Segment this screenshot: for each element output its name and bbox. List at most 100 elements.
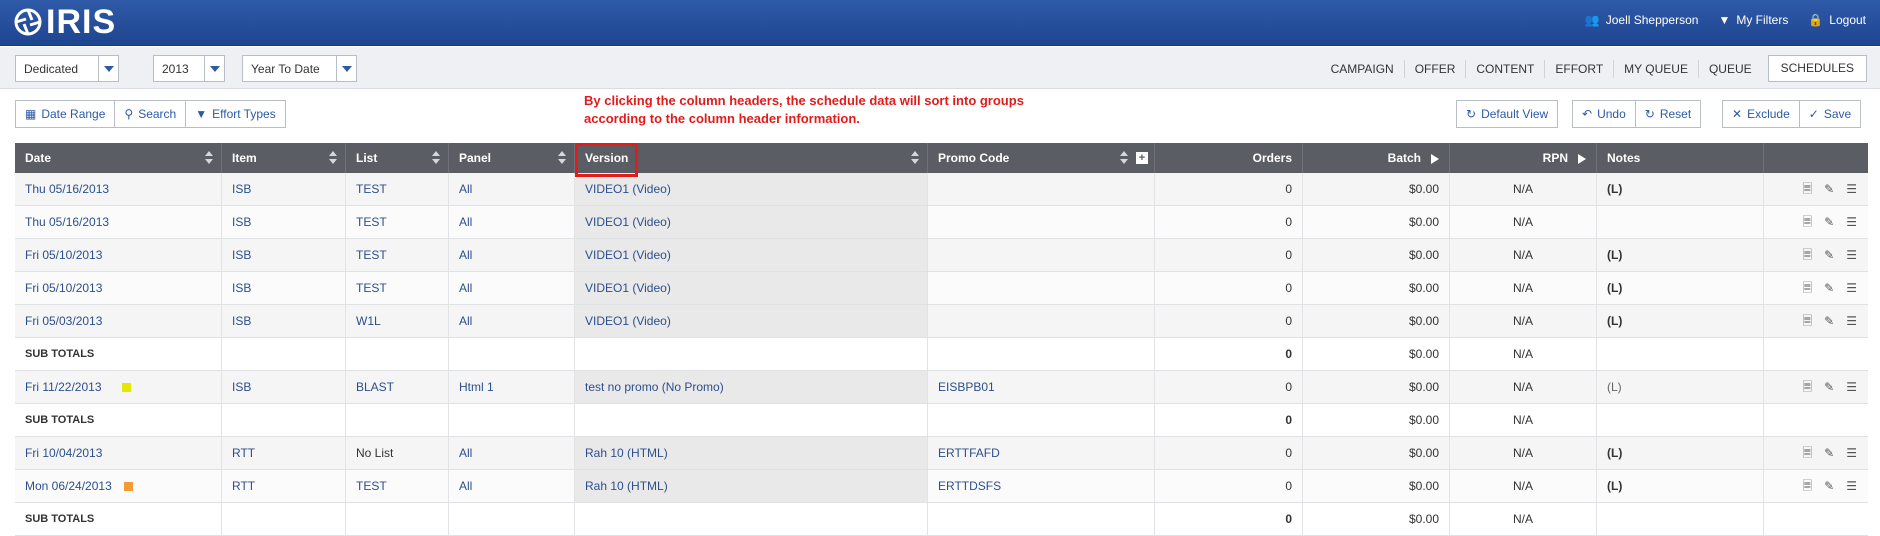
cell-item[interactable]: ISB <box>222 239 346 271</box>
search-button[interactable]: ⚲ Search <box>114 100 187 128</box>
cell-list[interactable]: TEST <box>346 239 449 271</box>
cell-notes[interactable]: (L) <box>1597 371 1764 403</box>
cell-version[interactable]: VIDEO1 (Video) <box>575 173 928 205</box>
col-batch[interactable]: Batch <box>1303 143 1450 173</box>
cell-promo[interactable]: ERTTFAFD <box>928 437 1155 469</box>
copy-icon[interactable]: 🗏 <box>1803 206 1813 238</box>
cell-list[interactable]: W1L <box>346 305 449 337</box>
list-icon[interactable]: ☰ <box>1846 371 1857 403</box>
effort-types-button[interactable]: ▼ Effort Types <box>185 100 286 128</box>
col-version[interactable]: Version <box>574 143 928 177</box>
cell-promo[interactable] <box>928 173 1155 205</box>
cell-list[interactable]: TEST <box>346 272 449 304</box>
copy-icon[interactable]: 🗏 <box>1803 371 1813 403</box>
col-notes[interactable]: Notes <box>1597 143 1764 173</box>
cell-panel[interactable]: All <box>449 305 575 337</box>
list-icon[interactable]: ☰ <box>1846 173 1857 205</box>
cell-panel[interactable]: All <box>449 206 575 238</box>
copy-icon[interactable]: 🗏 <box>1803 437 1813 469</box>
edit-icon[interactable]: ✎ <box>1824 173 1834 205</box>
cell-date[interactable]: Mon 06/24/2013 <box>15 470 222 502</box>
list-icon[interactable]: ☰ <box>1846 239 1857 271</box>
nav-campaign[interactable]: CAMPAIGN <box>1321 60 1404 78</box>
cell-version[interactable]: VIDEO1 (Video) <box>575 272 928 304</box>
cell-notes[interactable]: (L) <box>1597 305 1764 337</box>
col-item[interactable]: Item <box>222 143 346 173</box>
logout-link[interactable]: 🔒 Logout <box>1808 13 1866 27</box>
table-row[interactable]: Fri 10/04/2013 RTT No List All Rah 10 (H… <box>15 437 1868 470</box>
cell-item[interactable]: RTT <box>222 470 346 502</box>
cell-date[interactable]: Thu 05/16/2013 <box>15 173 222 205</box>
edit-icon[interactable]: ✎ <box>1824 437 1834 469</box>
col-rpn[interactable]: RPN <box>1450 143 1597 173</box>
list-icon[interactable]: ☰ <box>1846 437 1857 469</box>
nav-queue[interactable]: QUEUE <box>1697 59 1762 78</box>
col-promo-code[interactable]: Promo Code + <box>928 143 1155 173</box>
col-list[interactable]: List <box>346 143 449 173</box>
user-profile-link[interactable]: 👥 Joell Shepperson <box>1585 13 1699 27</box>
cell-version[interactable]: Rah 10 (HTML) <box>575 437 928 469</box>
cell-panel[interactable]: Html 1 <box>449 371 575 403</box>
date-range-button[interactable]: ▦ Date Range <box>15 100 116 128</box>
cell-version[interactable]: Rah 10 (HTML) <box>575 470 928 502</box>
cell-list[interactable]: No List <box>346 437 449 469</box>
cell-version[interactable]: VIDEO1 (Video) <box>575 239 928 271</box>
list-icon[interactable]: ☰ <box>1846 305 1857 337</box>
type-select[interactable]: Dedicated <box>15 55 119 82</box>
cell-list[interactable]: TEST <box>346 470 449 502</box>
table-row[interactable]: Thu 05/16/2013 ISB TEST All VIDEO1 (Vide… <box>15 173 1868 206</box>
expand-right-icon[interactable] <box>1578 153 1586 164</box>
copy-icon[interactable]: 🗏 <box>1803 173 1813 205</box>
table-row[interactable]: Fri 05/10/2013 ISB TEST All VIDEO1 (Vide… <box>15 272 1868 305</box>
col-orders[interactable]: Orders <box>1155 143 1303 173</box>
cell-notes[interactable]: (L) <box>1597 437 1764 469</box>
cell-promo[interactable] <box>928 305 1155 337</box>
list-icon[interactable]: ☰ <box>1846 272 1857 304</box>
edit-icon[interactable]: ✎ <box>1824 272 1834 304</box>
chevron-down-icon[interactable] <box>98 56 118 81</box>
save-button[interactable]: ✓ Save <box>1798 100 1862 128</box>
chevron-down-icon[interactable] <box>204 56 224 81</box>
edit-icon[interactable]: ✎ <box>1824 239 1834 271</box>
copy-icon[interactable]: 🗏 <box>1803 470 1813 502</box>
table-row[interactable]: Mon 06/24/2013 RTT TEST All Rah 10 (HTML… <box>15 470 1868 503</box>
cell-notes[interactable]: (L) <box>1597 272 1764 304</box>
nav-effort[interactable]: EFFORT <box>1544 59 1613 78</box>
undo-button[interactable]: ↶ Undo <box>1572 100 1636 128</box>
cell-panel[interactable]: All <box>449 173 575 205</box>
edit-icon[interactable]: ✎ <box>1824 371 1834 403</box>
cell-promo[interactable]: ERTTDSFS <box>928 470 1155 502</box>
cell-promo[interactable] <box>928 206 1155 238</box>
cell-notes[interactable] <box>1597 206 1764 238</box>
cell-date[interactable]: Fri 05/10/2013 <box>15 272 222 304</box>
cell-panel[interactable]: All <box>449 470 575 502</box>
nav-my-queue[interactable]: MY QUEUE <box>1613 59 1698 78</box>
cell-item[interactable]: ISB <box>222 173 346 205</box>
edit-icon[interactable]: ✎ <box>1824 470 1834 502</box>
cell-notes[interactable]: (L) <box>1597 173 1764 205</box>
cell-version[interactable]: test no promo (No Promo) <box>575 371 928 403</box>
table-row[interactable]: Fri 11/22/2013 ISB BLAST Html 1 test no … <box>15 371 1868 404</box>
my-filters-link[interactable]: ▼ My Filters <box>1718 13 1788 27</box>
table-row[interactable]: Thu 05/16/2013 ISB TEST All VIDEO1 (Vide… <box>15 206 1868 239</box>
cell-date[interactable]: Fri 11/22/2013 <box>15 371 222 403</box>
list-icon[interactable]: ☰ <box>1846 470 1857 502</box>
nav-offer[interactable]: OFFER <box>1403 59 1466 78</box>
cell-promo[interactable] <box>928 239 1155 271</box>
cell-item[interactable]: ISB <box>222 206 346 238</box>
chevron-down-icon[interactable] <box>336 56 356 81</box>
exclude-button[interactable]: ✕ Exclude <box>1722 100 1800 128</box>
edit-icon[interactable]: ✎ <box>1824 305 1834 337</box>
copy-icon[interactable]: 🗏 <box>1803 239 1813 271</box>
cell-list[interactable]: TEST <box>346 173 449 205</box>
cell-version[interactable]: VIDEO1 (Video) <box>575 305 928 337</box>
cell-panel[interactable]: All <box>449 239 575 271</box>
copy-icon[interactable]: 🗏 <box>1803 272 1813 304</box>
list-icon[interactable]: ☰ <box>1846 206 1857 238</box>
cell-list[interactable]: TEST <box>346 206 449 238</box>
period-select[interactable]: Year To Date <box>242 55 357 82</box>
cell-date[interactable]: Fri 05/10/2013 <box>15 239 222 271</box>
table-row[interactable]: Fri 05/03/2013 ISB W1L All VIDEO1 (Video… <box>15 305 1868 338</box>
app-logo[interactable]: IRIS <box>14 3 116 41</box>
cell-panel[interactable]: All <box>449 272 575 304</box>
